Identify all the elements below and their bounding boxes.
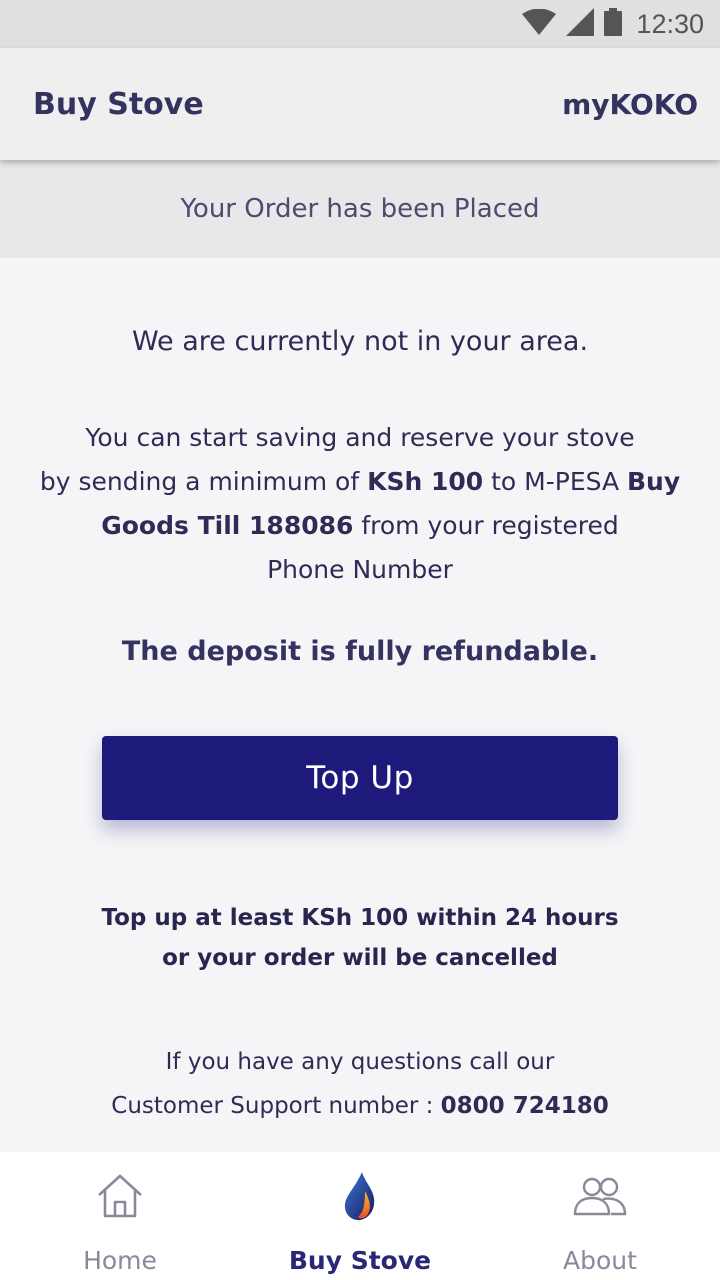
status-time: 12:30 [636,8,704,39]
battery-icon [604,8,623,40]
status-bar: 12:30 [0,0,720,48]
warning-line-2: or your order will be cancelled [162,945,558,971]
buy-goods-label: Buy [627,467,681,496]
support-line-1: If you have any questions call our [165,1049,555,1075]
till-number: Goods Till 188086 [101,511,354,540]
instructions-text-part: to M-PESA [483,467,627,496]
nav-item-home[interactable]: Home [0,1152,240,1280]
bottom-nav: Home Buy Stove About [0,1152,720,1280]
instructions-text-part: from your registered [353,511,619,540]
app-bar: Buy Stove myKOKO [0,48,720,160]
instructions-line-3: Goods Till 188086 from your registered [0,504,720,548]
instructions-line-2: by sending a minimum of KSh 100 to M-PES… [0,460,720,504]
page-title: Buy Stove [33,86,204,122]
wifi-icon [522,8,557,39]
support-phone-number[interactable]: 0800 724180 [441,1093,609,1119]
brand-logo: myKOKO [562,87,698,121]
order-placed-banner: Your Order has been Placed [0,160,720,258]
refundable-text: The deposit is fully refundable. [121,636,599,667]
nav-label-about: About [563,1246,637,1275]
flame-icon [332,1170,388,1222]
not-in-area-text: We are currently not in your area. [131,326,589,357]
min-amount: KSh 100 [367,467,484,496]
nav-label-buy-stove: Buy Stove [288,1246,432,1275]
support-line-2: Customer Support number : 0800 724180 [0,1084,720,1128]
instructions-line-1: You can start saving and reserve your st… [85,423,635,452]
signal-icon [566,8,595,40]
home-icon [92,1170,148,1222]
main-content: We are currently not in your area. You c… [0,258,720,1152]
instructions-text: You can start saving and reserve your st… [0,416,720,592]
instructions-line-4: Phone Number [267,555,453,584]
instructions-text-part: by sending a minimum of [39,467,368,496]
support-info: If you have any questions call our Custo… [0,1040,720,1128]
warning-line-1: Top up at least KSh 100 within 24 hours [101,905,619,931]
support-label: Customer Support number : [111,1093,441,1119]
nav-label-home: Home [83,1246,157,1275]
top-up-button[interactable]: Top Up [102,736,618,820]
cancellation-warning: Top up at least KSh 100 within 24 hours … [0,898,720,978]
nav-item-buy-stove[interactable]: Buy Stove [240,1152,480,1280]
nav-item-about[interactable]: About [480,1152,720,1280]
people-icon [572,1170,628,1222]
